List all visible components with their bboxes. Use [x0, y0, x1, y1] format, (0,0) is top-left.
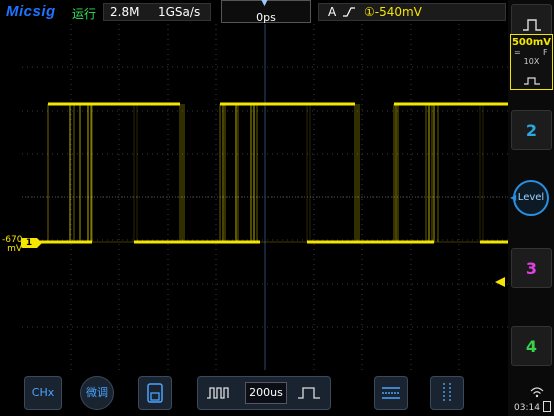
ch1-offset-value: -670 mV: [2, 236, 22, 254]
battery-icon: [543, 401, 551, 412]
channel-select-button[interactable]: CHx: [24, 376, 62, 410]
fine-adjust-button[interactable]: 微调: [80, 376, 114, 410]
waveform-display[interactable]: [22, 24, 508, 370]
cursor-icon: [443, 383, 451, 403]
menu-icon: [382, 387, 400, 399]
trigger-position-icon: ▼: [261, 0, 268, 8]
clock: 03:14: [514, 403, 540, 413]
trigger-offset-value: 0ps: [256, 11, 276, 24]
ch1-coupling: =: [514, 48, 521, 57]
brand-logo: Micsig: [6, 3, 56, 20]
timebase-value[interactable]: 200us: [245, 382, 287, 404]
ch1-probe-ratio: 10X: [523, 57, 540, 66]
knob-left-arrow-icon: ◀: [510, 193, 517, 202]
trigger-level-value: ①-540mV: [364, 5, 422, 19]
ch1-bandwidth-limit: F: [543, 48, 548, 57]
ch1-pulse-icon: [524, 77, 540, 85]
trigger-type: A: [328, 5, 337, 19]
save-button[interactable]: [138, 376, 172, 410]
timebase-increase-button[interactable]: [297, 386, 321, 400]
menu-button[interactable]: [374, 376, 408, 410]
rising-edge-icon: [343, 7, 355, 17]
ch2-button[interactable]: 2: [511, 110, 552, 150]
ch1-vertical-scale: 500mV: [511, 37, 552, 48]
trigger-level-arrow-icon[interactable]: [494, 276, 506, 288]
cursor-button[interactable]: [430, 376, 464, 410]
ch4-button[interactable]: 4: [511, 326, 552, 366]
timebase-decrease-button[interactable]: [206, 386, 230, 400]
wifi-icon: [530, 387, 544, 398]
ch1-offset-unit: mV: [7, 244, 22, 254]
memory-depth: 2.8M: [110, 5, 140, 19]
trigger-level-knob[interactable]: Level: [513, 180, 549, 216]
ch1-ground-marker[interactable]: 1: [21, 238, 42, 248]
save-icon: [147, 383, 163, 403]
sample-rate: 1GSa/s: [158, 5, 201, 19]
pulse-icon: [522, 19, 541, 31]
run-stop-status[interactable]: 运行: [72, 5, 96, 22]
ch3-button[interactable]: 3: [511, 248, 552, 288]
